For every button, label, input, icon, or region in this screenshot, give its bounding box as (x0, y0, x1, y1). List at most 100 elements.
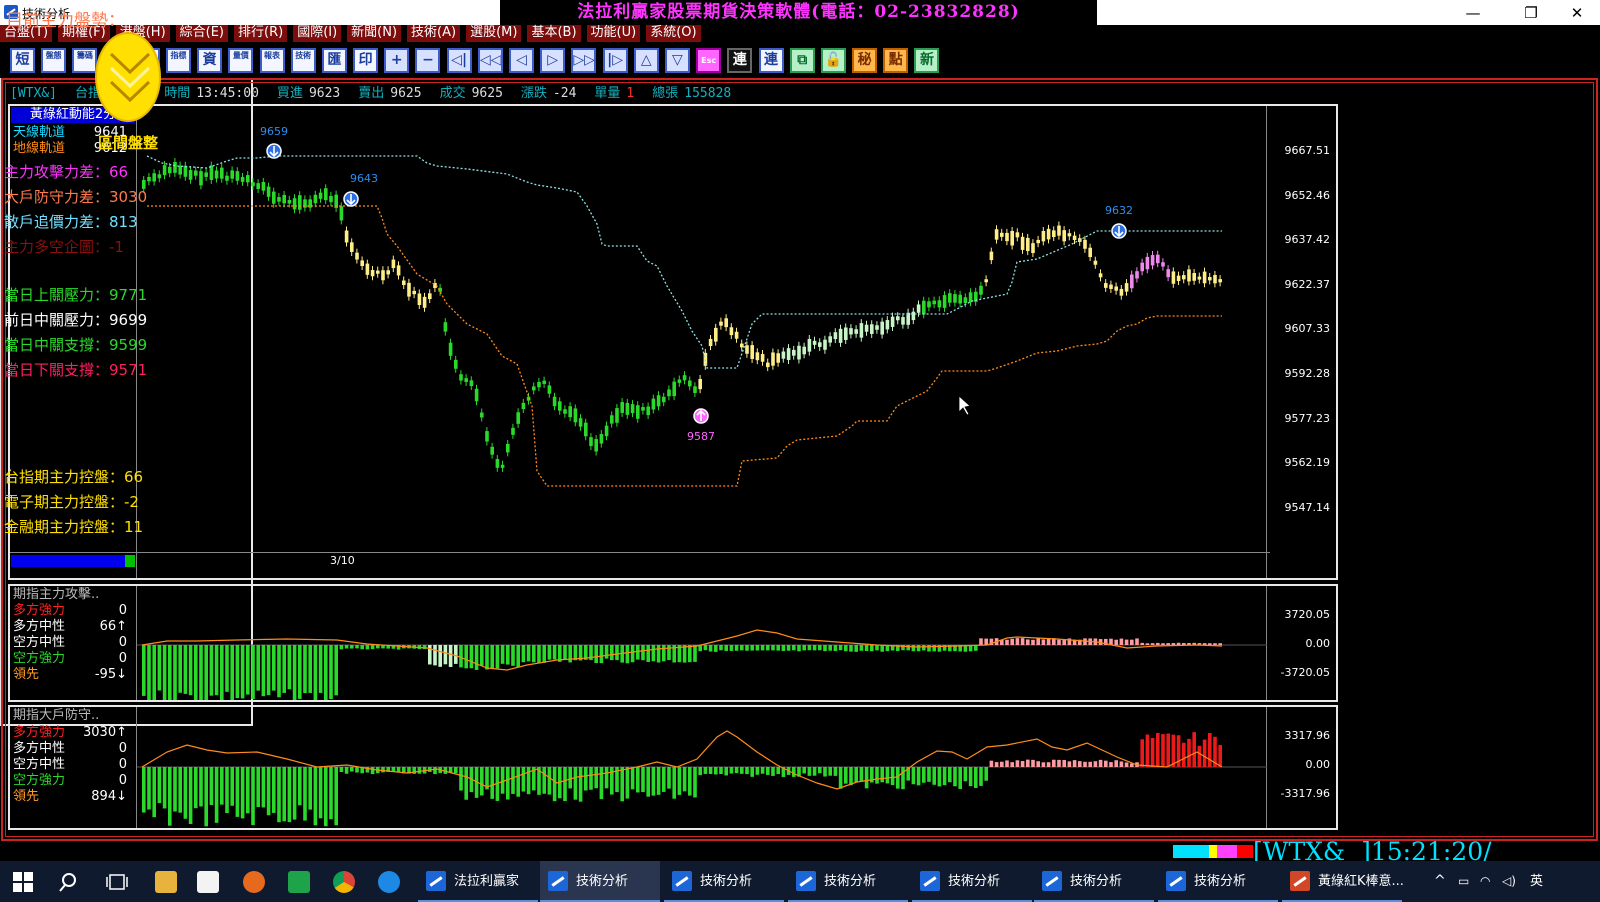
zoom-in-button[interactable]: + (384, 48, 410, 73)
attack-histogram[interactable] (137, 586, 1267, 700)
scroll-thumb[interactable] (125, 555, 135, 567)
page-back-button[interactable]: ◁◁ (477, 48, 503, 73)
go-first-button[interactable]: ◁| (446, 48, 472, 73)
tool-info[interactable]: 資 (197, 48, 223, 73)
point-button[interactable]: 點 (883, 48, 909, 73)
tool-short[interactable]: 短 (10, 48, 35, 73)
candle (168, 166, 172, 174)
search-icon[interactable] (58, 861, 82, 902)
histogram-bar (256, 645, 260, 691)
tool-volume-price[interactable]: 量價 (228, 48, 254, 73)
tray-network-icon[interactable]: ◠ (1480, 861, 1490, 902)
step-back-button[interactable]: ◁ (509, 48, 534, 73)
menu-system[interactable]: 系統(O) (646, 25, 701, 42)
histogram-bar (625, 767, 630, 799)
tool-state[interactable]: 盤態 (41, 48, 67, 73)
step-forward-button[interactable]: ▷ (540, 48, 566, 73)
menu-rank[interactable]: 排行(R) (234, 25, 288, 42)
marker-sell-9632[interactable]: 9632 (1105, 204, 1133, 239)
link-button-1[interactable]: 連 (727, 48, 753, 73)
marker-sell-9643[interactable]: 9643 (343, 172, 378, 207)
candle (152, 173, 156, 182)
tool-export[interactable]: 匯 (321, 48, 347, 73)
close-button[interactable]: ✕ (1554, 2, 1600, 24)
link-button-2[interactable]: 連 (758, 48, 784, 73)
menu-composite[interactable]: 綜合(E) (175, 25, 228, 42)
menu-function[interactable]: 功能(U) (586, 25, 641, 42)
candle (1145, 256, 1150, 270)
chrome-icon[interactable] (333, 871, 355, 893)
taskbar-app-tech-4[interactable]: 技術分析 (912, 861, 1032, 902)
menu-intl[interactable]: 國際(I) (293, 25, 342, 42)
marker-label: 9659 (260, 125, 288, 138)
esc-button[interactable]: Esc (696, 48, 722, 73)
histogram-bar (1057, 639, 1061, 645)
tray-volume-icon[interactable]: ◁) (1502, 861, 1516, 902)
change-label: 漲跌 (520, 86, 547, 101)
task-view-icon[interactable] (106, 861, 130, 902)
candle (272, 191, 276, 204)
taskbar-app-powerpoint[interactable]: 黃綠紅K棒意... (1282, 861, 1407, 902)
go-last-button[interactable]: |▷ (602, 48, 628, 73)
taskbar-app-tech-6[interactable]: 技術分析 (1158, 861, 1278, 902)
page-forward-button[interactable]: ▷▷ (571, 48, 597, 73)
attack-panel-title[interactable]: 期指主力攻擊.. (13, 587, 99, 603)
tool-indicator[interactable]: 指標 (165, 48, 191, 73)
today-lower-support: 當日下關支撐：9571 (4, 361, 148, 379)
taskbar-app-tech-2[interactable]: 技術分析 (664, 861, 784, 902)
candle (1083, 239, 1087, 249)
histogram-bar (142, 767, 146, 813)
zoom-out-button[interactable]: − (415, 48, 441, 73)
taskbar-app-tech-3[interactable]: 技術分析 (788, 861, 908, 902)
histogram-bar (682, 767, 687, 792)
taskbar-app-tech-5[interactable]: 技術分析 (1034, 861, 1154, 902)
candle (885, 320, 890, 330)
defense-histogram[interactable] (137, 707, 1267, 828)
line-icon[interactable] (288, 871, 310, 893)
up-button[interactable]: △ (633, 48, 659, 73)
store-icon[interactable] (197, 871, 219, 893)
ie-icon[interactable] (378, 871, 400, 893)
menu-news[interactable]: 新聞(N) (347, 25, 402, 42)
marker-sell-9659[interactable]: 9659 (260, 125, 288, 159)
maximize-button[interactable]: ❐ (1508, 2, 1554, 24)
file-explorer-icon[interactable] (155, 871, 177, 893)
new-button[interactable]: 新 (914, 48, 940, 73)
tool-technical[interactable]: 技術 (290, 48, 316, 73)
main-force-attack-panel[interactable]: 期指主力攻擊.. 多方強力 0 多方中性 66↑ 空方中性 0 空方強力 0 領先 -95… (8, 584, 1338, 702)
tool-report[interactable]: 報表 (259, 48, 285, 73)
histogram-bar (277, 767, 281, 823)
taskbar-app-tech-1[interactable]: 技術分析 (540, 861, 660, 902)
big-player-defense-panel[interactable]: 期指大戶防守.. 多方強力 3030↑ 多方中性 0 空方中性 0 空方強力 0 領先 8… (8, 705, 1338, 830)
candlestick-chart[interactable]: 9659 9643 9632 9587 (137, 106, 1267, 552)
secret-button[interactable]: 秘 (852, 48, 878, 73)
price-chart-panel[interactable]: 黃綠紅動能2分 天線軌道 9641 地線軌道 9612 9667.51 9652.4… (8, 104, 1338, 580)
menu-basic[interactable]: 基本(B) (527, 25, 581, 42)
histogram-bar (1161, 734, 1165, 767)
histogram-bar (454, 645, 458, 664)
menu-select[interactable]: 選股(M) (466, 25, 522, 42)
down-button[interactable]: ▽ (664, 48, 690, 73)
scroll-track[interactable] (11, 555, 125, 567)
histogram-bar (542, 767, 546, 794)
histogram-bar (199, 645, 203, 700)
histogram-bar (740, 645, 744, 651)
histogram-bar (698, 767, 702, 776)
minimize-button[interactable]: — (1450, 2, 1496, 24)
defense-row: 多方強力 3030↑ (13, 725, 133, 741)
ime-indicator[interactable]: 英 (1530, 861, 1543, 902)
tool-chips[interactable]: 籌碼 (72, 48, 98, 73)
tray-chevron-up-icon[interactable]: ^ (1434, 861, 1446, 902)
tray-battery-icon[interactable]: ▭ (1458, 861, 1469, 902)
firefox-icon[interactable] (243, 871, 265, 893)
lock-icon[interactable]: 🔓 (820, 48, 846, 73)
taskbar-app-ferrari[interactable]: 法拉利贏家 (418, 861, 538, 902)
tool-print[interactable]: 印 (353, 48, 379, 73)
start-icon[interactable] (10, 861, 40, 902)
menu-tech[interactable]: 技術(A) (407, 25, 461, 42)
candle (370, 270, 375, 277)
window-icon[interactable]: ⧉ (789, 48, 815, 73)
histogram-bar (833, 767, 838, 776)
defense-panel-title[interactable]: 期指大戶防守.. (13, 708, 99, 724)
marker-buy-9587[interactable]: 9587 (687, 408, 715, 443)
